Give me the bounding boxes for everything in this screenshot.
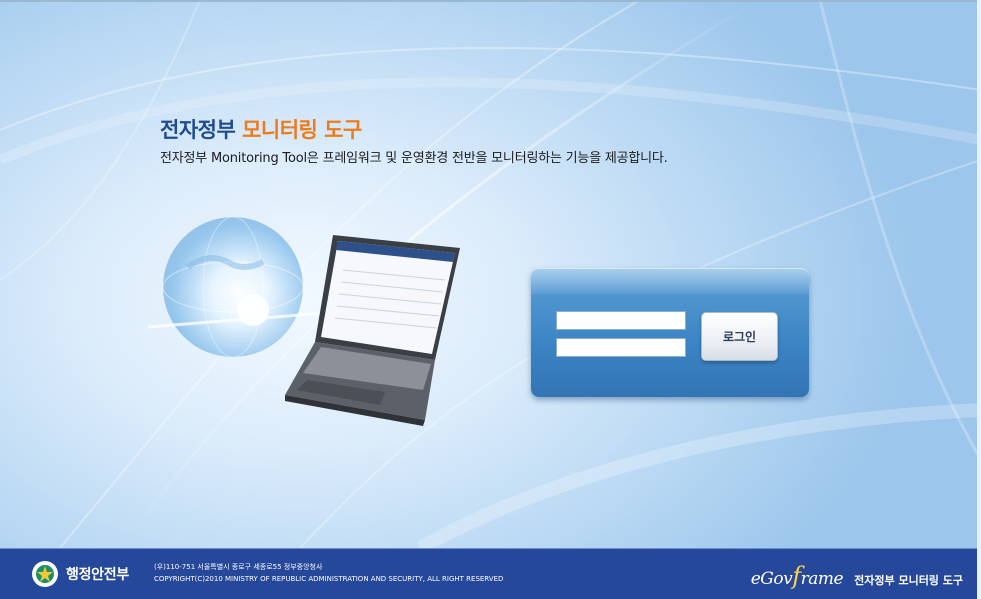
user-id-input[interactable] [556,311,686,330]
login-panel: 로그인 [531,268,809,397]
footer-address: (우)110-751 서울특별시 종로구 세종로55 정부중앙청사 [154,563,323,571]
footer-copyright: COPYRIGHT(C)2010 MINISTRY OF REPUBLIC AD… [154,575,504,583]
ministry-emblem-icon [32,561,58,587]
logo-text-egov: eGov [750,569,793,589]
laptop-illustration [285,235,460,426]
logo-text-f: f [792,562,801,590]
login-panel-sheen [531,268,809,294]
footer-address-block: (우)110-751 서울특별시 종로구 세종로55 정부중앙청사 COPYRI… [154,561,503,585]
login-button[interactable]: 로그인 [701,312,778,361]
ministry-name: 행정안전부 [66,567,129,583]
right-edge [977,0,981,599]
title-part-blue: 전자정부 [160,118,236,142]
page-subtitle: 전자정부 Monitoring Tool은 프레임워크 및 운영환경 전반을 모… [160,151,668,166]
egovframe-logo: eGovframe [750,562,844,590]
page-title: 전자정부 모니터링 도구 [160,114,362,144]
password-input[interactable] [556,338,686,357]
top-border [0,0,981,2]
brand-tool-name: 전자정부 모니터링 도구 [854,574,963,587]
title-part-orange: 모니터링 도구 [242,118,362,142]
egovframe-brand: eGovframe 전자정부 모니터링 도구 [751,562,963,590]
footer: 행정안전부 (우)110-751 서울특별시 종로구 세종로55 정부중앙청사 … [0,548,981,599]
logo-text-rame: rame [800,569,844,589]
